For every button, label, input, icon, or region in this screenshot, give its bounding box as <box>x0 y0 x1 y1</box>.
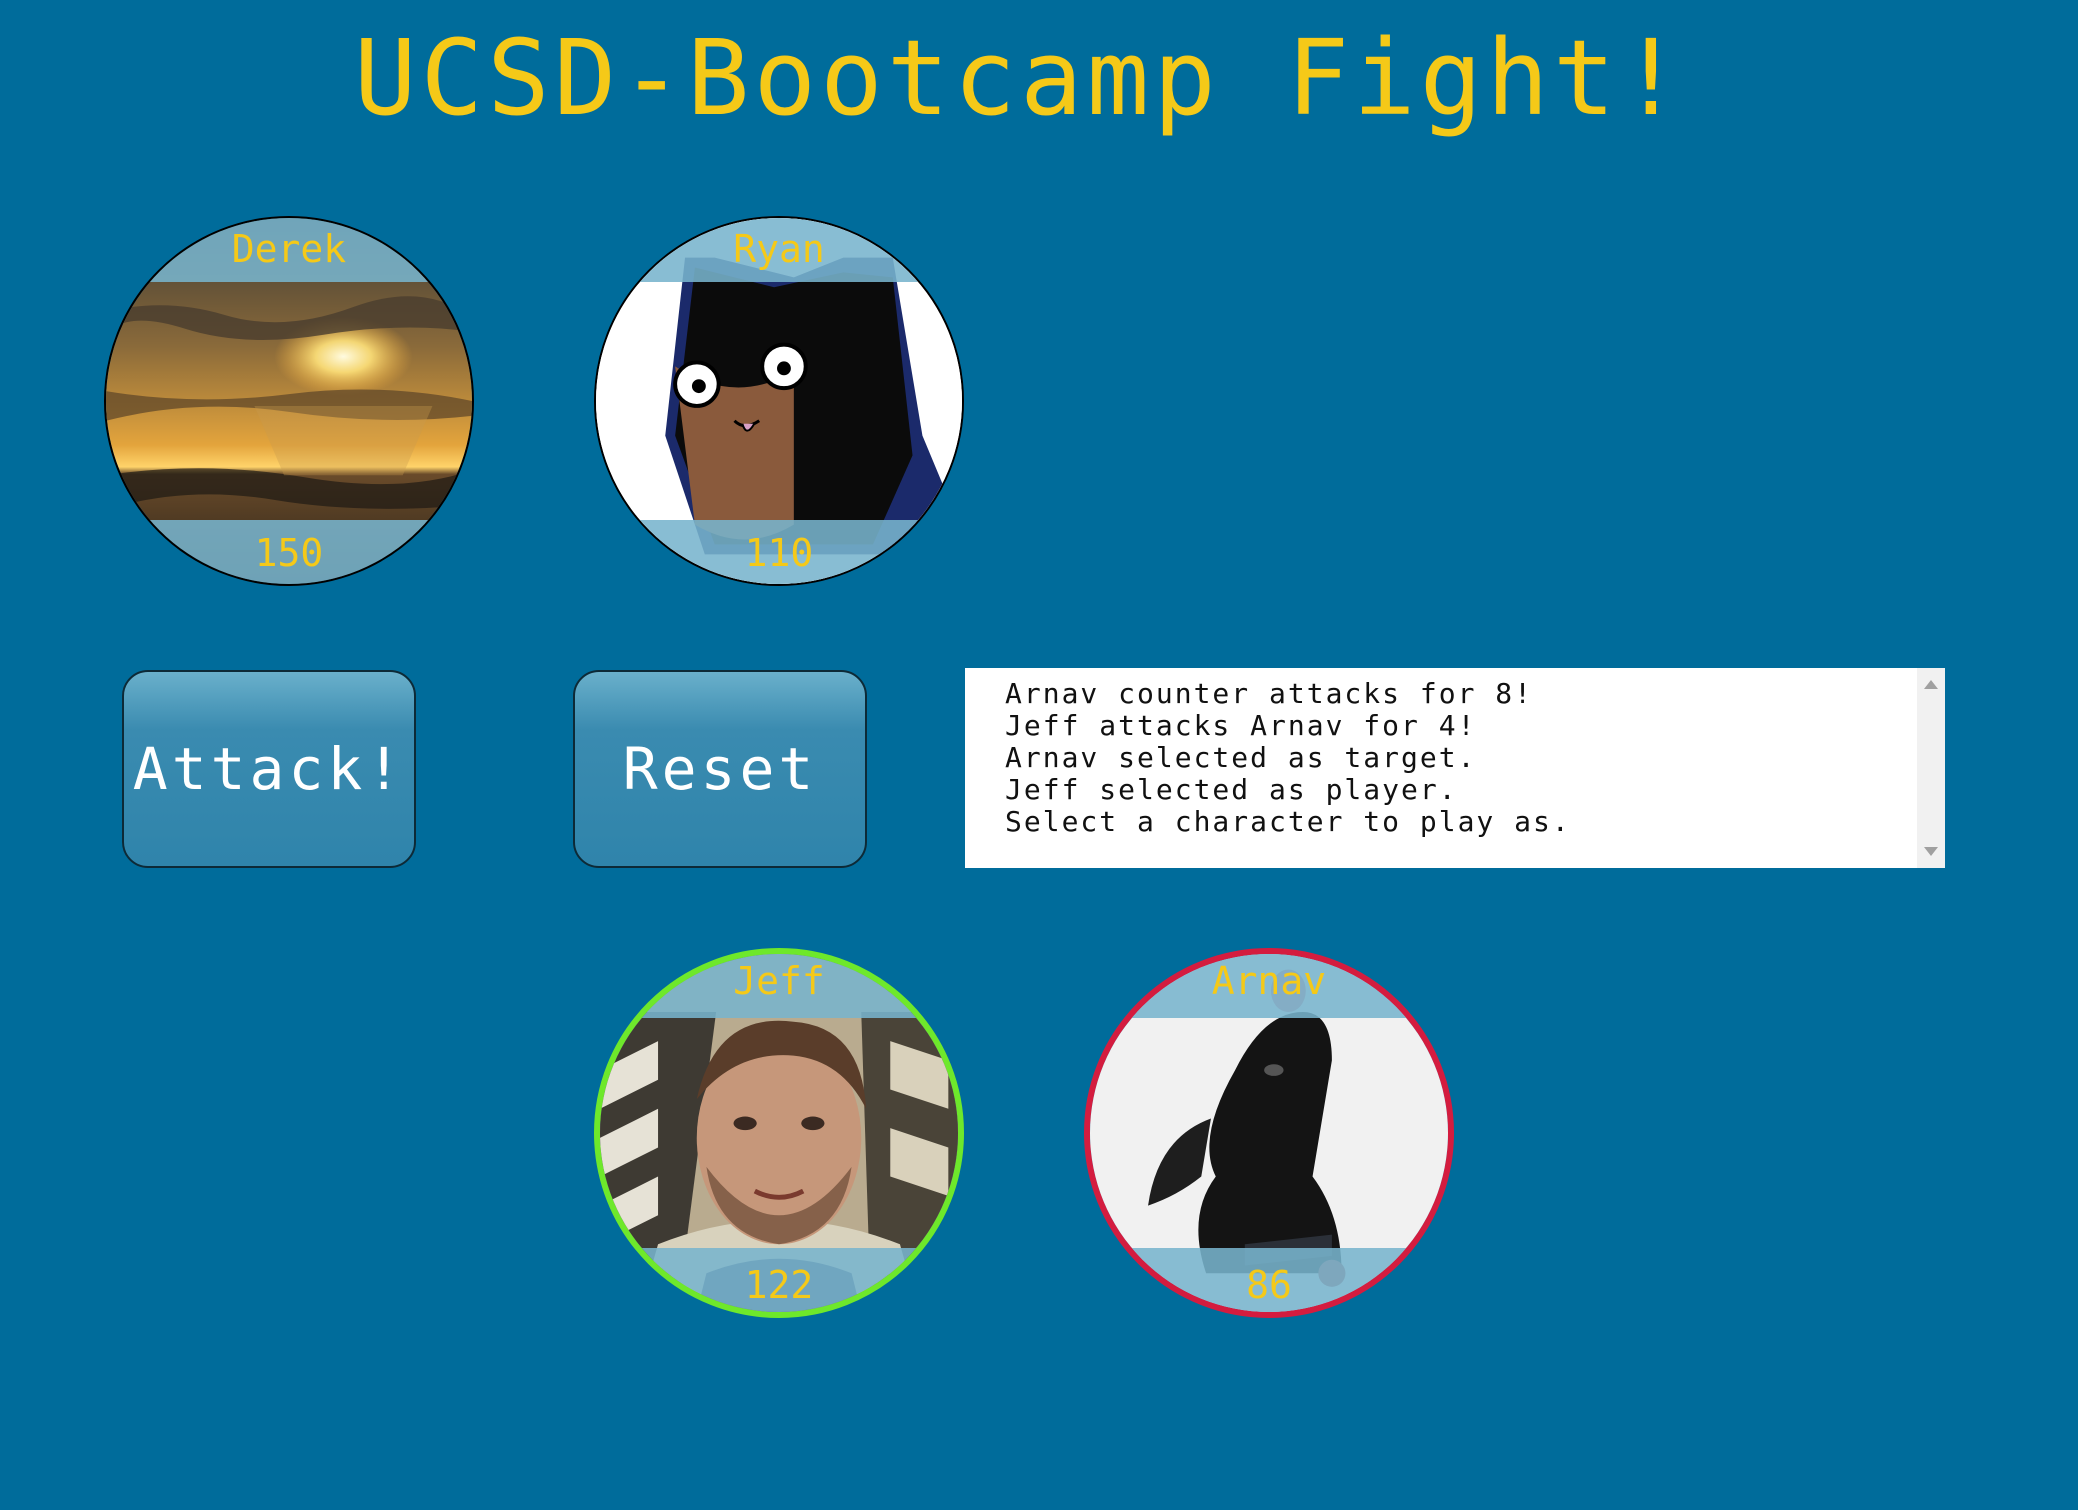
attack-button[interactable]: Attack! <box>122 670 416 868</box>
battle-log[interactable]: Arnav counter attacks for 8! Jeff attack… <box>965 668 1945 868</box>
scroll-down-arrow-icon[interactable] <box>1924 847 1938 856</box>
game-title: UCSD-Bootcamp Fight! <box>353 17 1687 139</box>
log-line: Arnav selected as target. <box>1005 741 1477 774</box>
log-line: Jeff attacks Arnav for 4! <box>1005 709 1477 742</box>
character-card-jeff[interactable]: Jeff 122 <box>594 948 964 1318</box>
character-hp: 110 <box>744 531 814 575</box>
character-name: Ryan <box>733 227 825 271</box>
log-line: Arnav counter attacks for 8! <box>1005 677 1534 710</box>
character-name: Derek <box>231 227 347 271</box>
character-card-ryan[interactable]: Ryan 110 <box>594 216 964 586</box>
character-hp: 150 <box>254 531 324 575</box>
log-scrollbar[interactable] <box>1917 668 1945 868</box>
scroll-up-arrow-icon[interactable] <box>1924 680 1938 689</box>
character-card-arnav[interactable]: Arnav 86 <box>1084 948 1454 1318</box>
log-line: Jeff selected as player. <box>1005 773 1458 806</box>
log-line: Select a character to play as. <box>1005 805 1571 838</box>
character-hp: 86 <box>1246 1263 1292 1307</box>
character-name: Jeff <box>733 959 825 1003</box>
character-card-derek[interactable]: Derek 150 <box>104 216 474 586</box>
character-hp: 122 <box>744 1263 814 1307</box>
character-name: Arnav <box>1211 959 1327 1003</box>
reset-button[interactable]: Reset <box>573 670 867 868</box>
